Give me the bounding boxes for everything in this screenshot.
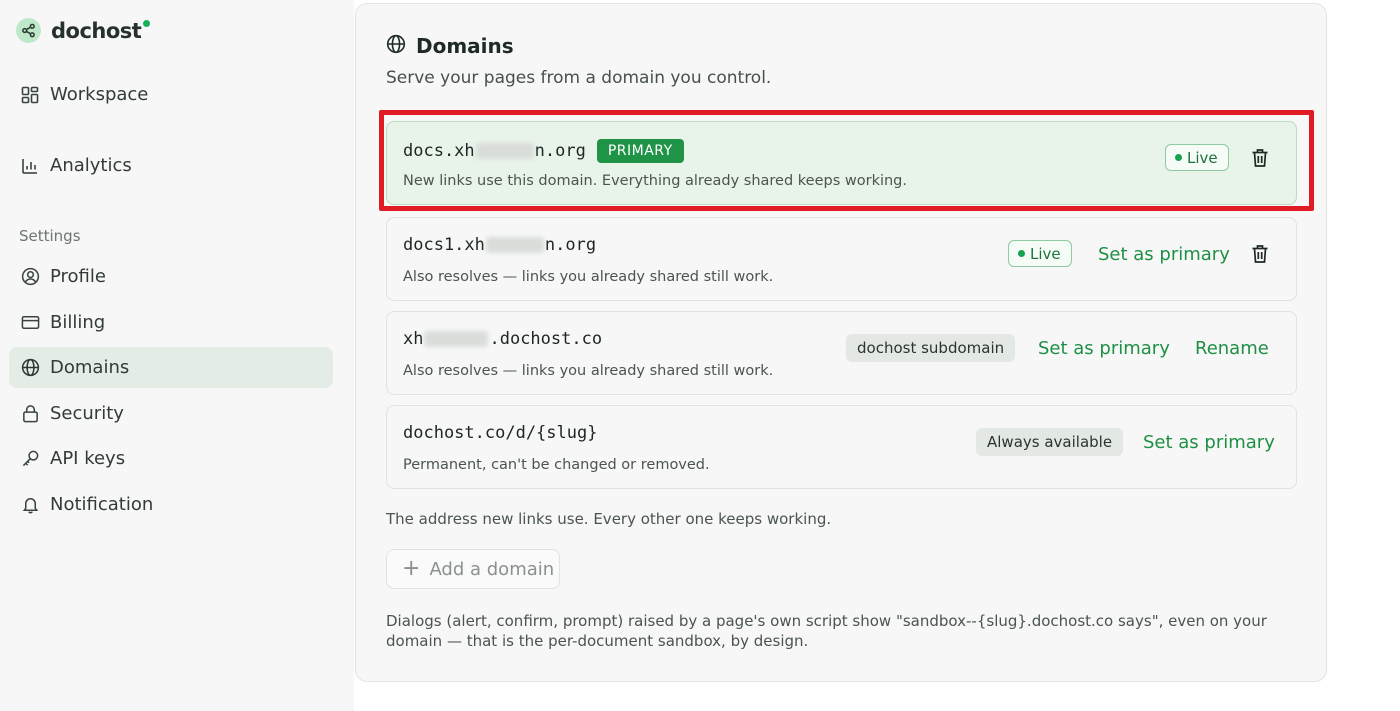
sidebar-item-security[interactable]: Security bbox=[9, 393, 333, 434]
credit-card-icon bbox=[20, 313, 40, 333]
status-dot bbox=[143, 19, 151, 27]
key-icon bbox=[20, 449, 40, 469]
domain-host: docs1.xh n.org bbox=[403, 235, 596, 255]
primary-note: The address new links use. Every other o… bbox=[386, 510, 832, 528]
app-name: dochost bbox=[51, 19, 151, 43]
sidebar-item-billing[interactable]: Billing bbox=[9, 302, 333, 343]
sidebar-item-api-keys[interactable]: API keys bbox=[9, 438, 333, 479]
domain-host-suffix: .dochost.co bbox=[489, 329, 603, 349]
page-subtitle: Serve your pages from a domain you contr… bbox=[386, 68, 772, 88]
sidebar-item-label: Analytics bbox=[50, 155, 132, 176]
live-dot bbox=[1175, 154, 1182, 161]
sidebar-item-analytics[interactable]: Analytics bbox=[9, 145, 333, 186]
globe-icon bbox=[20, 358, 40, 378]
user-circle-icon bbox=[20, 267, 40, 287]
domain-host: dochost.co/d/{slug} bbox=[403, 423, 598, 443]
set-primary-button[interactable]: Set as primary bbox=[1098, 244, 1230, 265]
sidebar-item-notification[interactable]: Notification bbox=[9, 484, 333, 525]
domain-description: New links use this domain. Everything al… bbox=[403, 173, 907, 189]
always-available-chip: Always available bbox=[976, 428, 1124, 456]
sidebar-item-label: Workspace bbox=[50, 84, 149, 105]
domain-host-prefix: xh bbox=[403, 329, 424, 349]
bell-icon bbox=[20, 495, 40, 515]
grid-icon bbox=[20, 85, 40, 105]
logo[interactable]: dochost bbox=[16, 18, 151, 43]
share-icon bbox=[16, 18, 41, 43]
domain-row: xh .dochost.co Also resolves — links you … bbox=[386, 311, 1297, 395]
sidebar-item-domains[interactable]: Domains bbox=[9, 347, 333, 388]
domain-host: xh .dochost.co bbox=[403, 329, 602, 349]
trash-icon[interactable] bbox=[1250, 243, 1270, 265]
add-domain-button[interactable]: + Add a domain bbox=[386, 549, 560, 589]
live-dot bbox=[1018, 250, 1025, 257]
lock-icon bbox=[20, 404, 40, 424]
redacted-text bbox=[424, 331, 489, 347]
primary-badge: PRIMARY bbox=[596, 139, 684, 163]
set-primary-button[interactable]: Set as primary bbox=[1038, 338, 1170, 359]
settings-section-label: Settings bbox=[19, 227, 81, 245]
status-badge-live: Live bbox=[1165, 144, 1229, 171]
domain-host: docs.xh n.org PRIMARY bbox=[403, 139, 684, 163]
card-header: Domains bbox=[386, 34, 514, 58]
bar-chart-icon bbox=[20, 156, 40, 176]
status-text: Live bbox=[1030, 244, 1061, 263]
status-badge-live: Live bbox=[1008, 240, 1072, 267]
plus-icon: + bbox=[402, 556, 421, 581]
sidebar-item-label: Profile bbox=[50, 266, 106, 287]
domain-host-suffix: n.org bbox=[544, 235, 597, 255]
subdomain-chip: dochost subdomain bbox=[846, 334, 1016, 362]
sidebar-item-profile[interactable]: Profile bbox=[9, 256, 333, 297]
domain-row: docs1.xh n.org Also resolves — links you … bbox=[386, 217, 1297, 301]
rename-button[interactable]: Rename bbox=[1195, 338, 1269, 359]
domains-card: Domains Serve your pages from a domain y… bbox=[355, 3, 1327, 682]
domain-row-primary: docs.xh n.org PRIMARY New links use this … bbox=[386, 121, 1297, 205]
domain-row: dochost.co/d/{slug} Permanent, can't be … bbox=[386, 405, 1297, 489]
set-primary-button[interactable]: Set as primary bbox=[1143, 432, 1275, 453]
sidebar-item-label: Domains bbox=[50, 357, 130, 378]
page-title: Domains bbox=[416, 34, 514, 58]
sidebar-item-label: Notification bbox=[50, 494, 154, 515]
sandbox-note: Dialogs (alert, confirm, prompt) raised … bbox=[386, 612, 1267, 650]
redacted-text bbox=[485, 237, 544, 253]
domain-description: Also resolves — links you already shared… bbox=[403, 363, 774, 379]
sidebar-item-label: Security bbox=[50, 403, 124, 424]
domain-host-prefix: docs.xh bbox=[403, 141, 475, 161]
domain-description: Permanent, can't be changed or removed. bbox=[403, 457, 710, 473]
globe-icon bbox=[386, 34, 406, 58]
add-domain-label: Add a domain bbox=[429, 558, 555, 580]
domain-host-suffix: n.org bbox=[534, 141, 586, 161]
status-text: Live bbox=[1187, 148, 1218, 167]
sidebar-item-label: API keys bbox=[50, 448, 126, 469]
sidebar-item-workspace[interactable]: Workspace bbox=[9, 74, 333, 115]
domain-description: Also resolves — links you already shared… bbox=[403, 269, 774, 285]
trash-icon[interactable] bbox=[1250, 147, 1270, 169]
sidebar: dochost Workspace Analytics Settings Pro… bbox=[0, 0, 354, 711]
redacted-text bbox=[475, 143, 534, 159]
sidebar-item-label: Billing bbox=[50, 312, 106, 333]
domain-host-prefix: docs1.xh bbox=[403, 235, 485, 255]
